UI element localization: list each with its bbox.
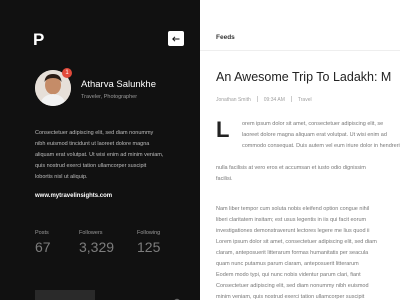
stat-posts[interactable]: Posts 67 xyxy=(35,230,51,255)
bio-line: quis nostrud exerci tation ullamcorper s… xyxy=(35,163,147,169)
profile-sidebar: P 1 Atharva Salunkhe Traveler, Photograp… xyxy=(0,0,200,300)
stat-label: Following xyxy=(137,230,161,236)
article-author[interactable]: Jonathan Smith xyxy=(216,97,251,103)
arrow-left-icon xyxy=(172,35,180,42)
tab-feeds[interactable]: Feeds xyxy=(216,34,235,41)
text-line: Consectetuer adipiscing elit, sed diam n… xyxy=(216,283,369,289)
text-line: investigationes demonstraverunt lectores… xyxy=(216,228,370,234)
profile-role: Traveler, Photographer xyxy=(81,94,138,100)
profile-bio: Consectetuer adipiscing elit, sed diam n… xyxy=(35,128,195,183)
back-button[interactable] xyxy=(168,31,184,46)
stat-label: Followers xyxy=(79,230,103,236)
app-window: P 1 Atharva Salunkhe Traveler, Photograp… xyxy=(0,0,400,300)
meta-divider xyxy=(290,96,292,102)
bio-line: lobortis nisl ut aliquip. xyxy=(35,174,88,180)
bio-line: Consectetuer adipiscing elit, sed diam n… xyxy=(35,130,154,136)
article-meta: Jonathan Smith 09:34 AM Travel xyxy=(216,96,312,103)
notification-badge[interactable]: 1 xyxy=(62,68,72,78)
text-line: claram, anteposuerit litterarum formas h… xyxy=(216,250,369,256)
bio-line: aliquam erat volutpat. Ut wisi enim ad m… xyxy=(35,152,164,158)
text-line: commodo consequat. Duis autem vel eum ir… xyxy=(242,143,400,149)
article-paragraph: orem ipsum dolor sit amet, consectetuer … xyxy=(242,119,400,152)
drop-cap: L xyxy=(216,117,230,142)
text-line: Nam liber tempor cum soluta nobis eleife… xyxy=(216,206,370,212)
stat-value: 3,329 xyxy=(79,239,115,255)
text-line: nulla facilisis at vero eros et accumsan… xyxy=(216,165,366,171)
tab-bar: Feeds xyxy=(200,0,400,51)
article-title[interactable]: An Awesome Trip To Ladakh: M xyxy=(216,70,391,84)
article-category[interactable]: Travel xyxy=(298,97,312,103)
text-line: orem ipsum dolor sit amet, consectetuer … xyxy=(242,121,384,127)
stat-following[interactable]: Following 125 xyxy=(137,230,160,255)
text-line: quam nunc putamus parum claram, anteposu… xyxy=(216,261,359,267)
gear-icon[interactable] xyxy=(173,293,181,300)
website-link[interactable]: www.mytravelinsights.com xyxy=(35,193,112,199)
text-line: minim veniam, quis nostrud exerci tation… xyxy=(216,294,365,300)
text-line: liberi claritatem insitam; est usus lege… xyxy=(216,217,367,223)
text-line: facilisi. xyxy=(216,176,233,182)
article-paragraph: Nam liber tempor cum soluta nobis eleife… xyxy=(216,204,377,300)
text-line: Eodem modo typi, qui nunc nobis videntur… xyxy=(216,272,361,278)
stat-value: 67 xyxy=(35,239,51,255)
text-line: Lorem ipsum dolor sit amet, consectetuer… xyxy=(216,239,377,245)
app-logo: P xyxy=(33,30,45,49)
article-paragraph-continued: nulla facilisis at vero eros et accumsan… xyxy=(216,163,366,185)
feed-panel: Feeds An Awesome Trip To Ladakh: M Jonat… xyxy=(200,0,400,300)
stat-followers[interactable]: Followers 3,329 xyxy=(79,230,114,255)
article-time: 09:34 AM xyxy=(263,97,285,103)
meta-divider xyxy=(256,96,258,102)
stat-value: 125 xyxy=(137,239,161,255)
bio-line: nibh euismod tincidunt ut laoreet dolore… xyxy=(35,141,150,147)
profile-name: Atharva Salunkhe xyxy=(81,79,156,90)
stat-label: Posts xyxy=(35,230,49,236)
text-line: laoreet dolore magna aliquam erat volutp… xyxy=(242,132,387,138)
bottom-button[interactable] xyxy=(35,290,95,300)
